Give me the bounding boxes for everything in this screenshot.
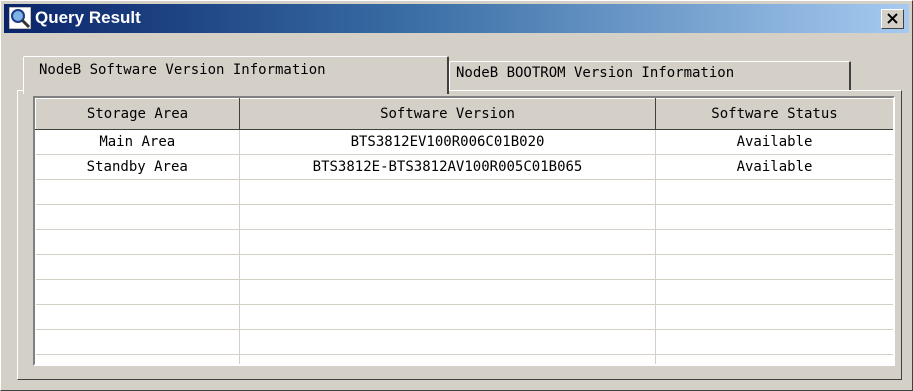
cell-software-version bbox=[239, 204, 656, 230]
close-icon bbox=[887, 13, 898, 24]
cell-software-status: Available bbox=[655, 129, 893, 155]
cell-software-status bbox=[655, 304, 893, 330]
table-row[interactable] bbox=[35, 354, 893, 364]
cell-storage-area bbox=[35, 204, 240, 230]
title-bar[interactable]: Query Result bbox=[4, 4, 909, 33]
table-row[interactable] bbox=[35, 329, 893, 355]
table-row[interactable] bbox=[35, 254, 893, 280]
cell-storage-area bbox=[35, 354, 240, 364]
tab-software-version[interactable]: NodeB Software Version Information bbox=[23, 56, 449, 94]
cell-storage-area bbox=[35, 254, 240, 280]
cell-software-version bbox=[239, 179, 656, 205]
tab-bootrom-version[interactable]: NodeB BOOTROM Version Information bbox=[449, 61, 851, 90]
table-row[interactable] bbox=[35, 279, 893, 305]
table-row[interactable]: Main Area BTS3812EV100R006C01B020 Availabl… bbox=[35, 129, 893, 155]
column-header-software-version[interactable]: Software Version bbox=[239, 98, 656, 130]
table-row[interactable] bbox=[35, 179, 893, 205]
cell-software-version: BTS3812EV100R006C01B020 bbox=[239, 129, 656, 155]
cell-software-status bbox=[655, 254, 893, 280]
table-row[interactable] bbox=[35, 229, 893, 255]
cell-storage-area bbox=[35, 329, 240, 355]
cell-software-version bbox=[239, 229, 656, 255]
table-row[interactable] bbox=[35, 204, 893, 230]
cell-software-status bbox=[655, 329, 893, 355]
table-row[interactable] bbox=[35, 304, 893, 330]
table-row[interactable]: Standby Area BTS3812E-BTS3812AV100R005C01… bbox=[35, 154, 893, 180]
cell-software-status bbox=[655, 354, 893, 364]
column-header-storage-area[interactable]: Storage Area bbox=[35, 98, 240, 130]
window-title: Query Result bbox=[35, 8, 141, 27]
cell-software-version bbox=[239, 329, 656, 355]
cell-software-status bbox=[655, 179, 893, 205]
table-header-row: Storage Area Software Version Software S… bbox=[35, 98, 893, 130]
cell-software-version bbox=[239, 304, 656, 330]
cell-software-version bbox=[239, 279, 656, 305]
cell-software-status: Available bbox=[655, 154, 893, 180]
cell-software-status bbox=[655, 229, 893, 255]
close-button[interactable] bbox=[881, 9, 904, 29]
cell-software-status bbox=[655, 204, 893, 230]
tab-label: NodeB BOOTROM Version Information bbox=[456, 65, 735, 81]
tab-label: NodeB Software Version Information bbox=[39, 62, 326, 78]
cell-storage-area bbox=[35, 179, 240, 205]
cell-storage-area bbox=[35, 279, 240, 305]
cell-software-version bbox=[239, 354, 656, 364]
cell-storage-area: Main Area bbox=[35, 129, 240, 155]
version-table[interactable]: Storage Area Software Version Software S… bbox=[33, 96, 895, 366]
column-header-software-status[interactable]: Software Status bbox=[655, 98, 893, 130]
query-result-window: Query Result NodeB Software Version Info… bbox=[0, 0, 913, 391]
cell-software-status bbox=[655, 279, 893, 305]
cell-storage-area bbox=[35, 304, 240, 330]
cell-software-version bbox=[239, 254, 656, 280]
cell-software-version: BTS3812E-BTS3812AV100R005C01B065 bbox=[239, 154, 656, 180]
cell-storage-area bbox=[35, 229, 240, 255]
cell-storage-area: Standby Area bbox=[35, 154, 240, 180]
magnifier-icon bbox=[8, 6, 32, 30]
